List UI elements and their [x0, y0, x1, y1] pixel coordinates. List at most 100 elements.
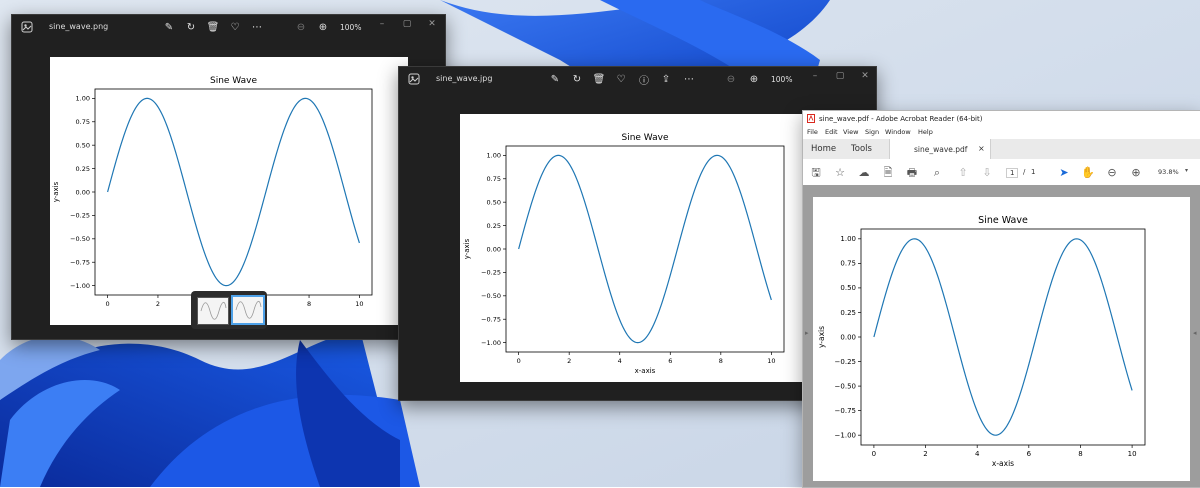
zoom-out-icon[interactable]: ⊖ [1105, 166, 1119, 180]
zoom-out-icon[interactable]: ⊖ [724, 72, 738, 86]
y-tick-label: 0.75 [76, 118, 90, 126]
minimize-button[interactable]: – [374, 18, 390, 30]
chart-title: Sine Wave [978, 215, 1028, 226]
x-tick-label: 2 [156, 300, 160, 308]
left-pane-toggle-icon[interactable]: ▸ [805, 329, 809, 337]
tab-tools[interactable]: Tools [851, 144, 872, 154]
y-axis-label: y-axis [817, 326, 826, 348]
chart-title: Sine Wave [210, 76, 257, 86]
print-icon[interactable]: 🖶 [905, 166, 919, 180]
tab-document-label: sine_wave.pdf [914, 145, 968, 154]
share-icon[interactable]: ⇪ [659, 72, 673, 86]
hand-tool-icon[interactable]: ✋ [1081, 166, 1095, 180]
sine-wave-chart-png: Sine Wave 1.00 0.75 0.50 0.25 0.00 −0.25 −0.50 −… [52, 76, 373, 308]
zoom-in-icon[interactable]: ⊕ [1129, 166, 1143, 180]
y-tick-label: −1.00 [70, 282, 90, 290]
y-tick-label: −0.50 [70, 235, 90, 243]
plot-frame [860, 228, 1146, 446]
filmstrip [191, 291, 267, 329]
photos-app-icon [408, 73, 420, 85]
thumbnail-png[interactable] [197, 297, 229, 325]
save-icon[interactable]: 🖫 [809, 166, 823, 180]
y-tick-label: 0.00 [487, 245, 501, 253]
menu-view[interactable]: View [843, 128, 858, 136]
y-tick-label: −0.50 [835, 382, 856, 390]
right-pane-toggle-icon[interactable]: ◂ [1193, 329, 1197, 337]
maximize-button[interactable]: ▢ [399, 18, 415, 30]
x-tick-label: 6 [1027, 450, 1032, 458]
document-area: Sine Wave 1.00 0.75 0.50 0.25 0.00 −0.25 −0.50 −… [803, 185, 1200, 487]
upload-cloud-icon[interactable]: ☁ [857, 166, 871, 180]
bookmark-star-icon[interactable]: ☆ [833, 166, 847, 180]
chart-title: Sine Wave [621, 133, 668, 143]
y-tick-label: 0.25 [76, 165, 90, 173]
rotate-icon[interactable]: ↻ [184, 20, 198, 34]
y-tick-label: −0.75 [70, 259, 90, 267]
search-icon[interactable]: ⌕ [930, 166, 944, 180]
x-axis-label: x-axis [992, 459, 1014, 468]
info-icon[interactable]: ⓘ [637, 72, 651, 87]
photos-app-icon [21, 21, 33, 33]
minimize-button[interactable]: – [807, 70, 823, 82]
more-icon[interactable]: ⋯ [682, 72, 696, 86]
y-tick-label: −0.75 [835, 407, 856, 415]
y-tick-label: −0.75 [481, 316, 501, 324]
y-tick-label: 0.25 [840, 309, 856, 317]
x-tick-label: 8 [1078, 450, 1082, 458]
menu-bar: File Edit View Sign Window Help [803, 126, 1200, 138]
zoom-level[interactable]: 100% [771, 75, 792, 84]
zoom-in-icon[interactable]: ⊕ [316, 20, 330, 34]
y-tick-label: 0.75 [840, 260, 856, 268]
delete-icon[interactable]: 🗑 [592, 72, 606, 86]
menu-sign[interactable]: Sign [865, 128, 879, 136]
menu-file[interactable]: File [807, 128, 818, 136]
favorite-icon[interactable]: ♡ [228, 20, 242, 34]
zoom-level[interactable]: 100% [340, 23, 361, 32]
menu-window[interactable]: Window [885, 128, 911, 136]
thumbnail-jpg-selected[interactable] [231, 295, 265, 325]
menu-edit[interactable]: Edit [825, 128, 838, 136]
more-icon[interactable]: ⋯ [250, 20, 264, 34]
x-axis-label: x-axis [635, 367, 656, 375]
photos-titlebar[interactable]: sine_wave.png ✎ ↻ 🗑 ♡ ⋯ ⊖ ⊕ 100% – ▢ ✕ [12, 15, 445, 41]
page-down-icon[interactable]: ⇩ [980, 166, 994, 180]
select-cursor-icon[interactable]: ➤ [1057, 166, 1071, 180]
x-tick-label: 4 [618, 357, 622, 365]
zoom-in-icon[interactable]: ⊕ [747, 72, 761, 86]
maximize-button[interactable]: ▢ [832, 70, 848, 82]
sine-series-line [107, 97, 360, 287]
favorite-icon[interactable]: ♡ [614, 72, 628, 86]
image-canvas: Sine Wave 1.00 0.75 0.50 0.25 0.00 −0.25 −0.50 −… [50, 57, 408, 325]
rotate-icon[interactable]: ↻ [570, 72, 584, 86]
plot-frame [505, 145, 785, 353]
y-tick-label: 0.00 [76, 188, 90, 196]
share-file-icon[interactable]: 🗎 [881, 166, 895, 180]
edit-icon[interactable]: ✎ [162, 20, 176, 34]
edit-icon[interactable]: ✎ [548, 72, 562, 86]
tab-close-icon[interactable]: × [978, 144, 985, 153]
acrobat-titlebar[interactable]: sine_wave.pdf - Adobe Acrobat Reader (64… [803, 111, 1200, 126]
y-tick-label: 0.50 [76, 141, 90, 149]
x-tick-label: 10 [355, 300, 363, 308]
plot-frame [94, 88, 373, 296]
y-axis-label: y-axis [463, 238, 471, 259]
acrobat-toolbar: 🖫 ☆ ☁ 🗎 🖶 ⌕ ⇧ ⇩ 1 / 1 ➤ ✋ ⊖ ⊕ 93.8% ▾ [803, 159, 1200, 186]
y-tick-label: −0.25 [70, 212, 90, 220]
photos-titlebar[interactable]: sine_wave.jpg ✎ ↻ 🗑 ♡ ⓘ ⇪ ⋯ ⊖ ⊕ 100% – ▢… [399, 67, 876, 93]
y-tick-label: −0.50 [481, 292, 501, 300]
page-up-icon[interactable]: ⇧ [956, 166, 970, 180]
tab-document[interactable]: sine_wave.pdf × [889, 139, 991, 159]
zoom-dropdown-icon[interactable]: ▾ [1185, 167, 1188, 174]
page-number-input[interactable]: 1 [1006, 168, 1019, 178]
zoom-out-icon[interactable]: ⊖ [294, 20, 308, 34]
close-button[interactable]: ✕ [857, 70, 873, 82]
zoom-level[interactable]: 93.8% [1158, 168, 1179, 176]
window-title: sine_wave.jpg [436, 74, 493, 83]
menu-help[interactable]: Help [918, 128, 933, 136]
tab-home[interactable]: Home [811, 144, 836, 154]
y-tick-label: −1.00 [481, 339, 501, 347]
close-button[interactable]: ✕ [424, 18, 440, 30]
sine-series-line [518, 154, 772, 344]
page-total: 1 [1031, 168, 1036, 176]
delete-icon[interactable]: 🗑 [206, 20, 220, 34]
